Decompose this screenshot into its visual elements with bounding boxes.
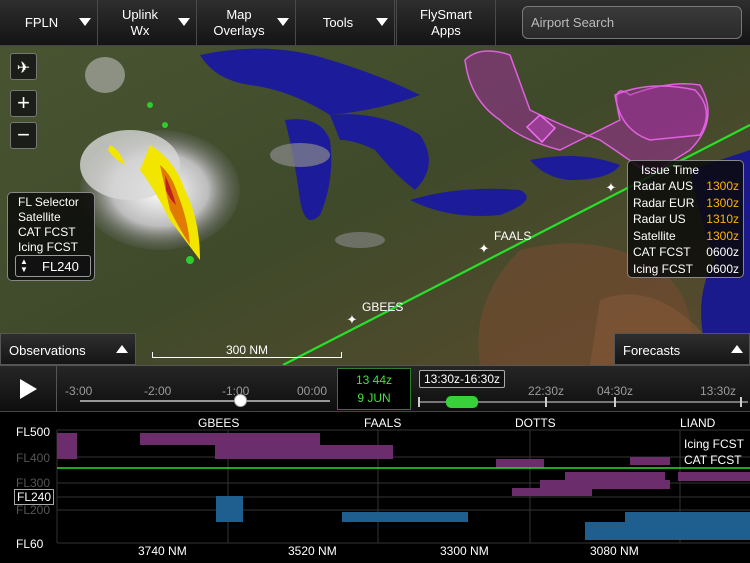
tools-label: Tools (322, 15, 354, 30)
current-date: 9 JUN (357, 391, 391, 405)
layer-item[interactable]: CAT FCST (18, 225, 94, 240)
current-time-display: 13 44z 9 JUN (337, 368, 411, 410)
forecast-window-handle[interactable] (446, 396, 478, 408)
fl-axis-label: FL300 (16, 476, 51, 490)
fl-selector-panel: FL Selector Satellite CAT FCST Icing FCS… (7, 192, 95, 281)
distance-label: 3740 NM (138, 544, 187, 558)
forecast-window-label: 13:30z-16:30z (419, 370, 505, 388)
issue-time-source: Icing FCST (633, 261, 694, 276)
play-icon (20, 379, 37, 399)
zoom-in-button[interactable]: + (10, 90, 37, 117)
issue-time-value: 1300z (706, 195, 739, 210)
up-down-arrows-icon[interactable]: ▲ ▼ (20, 258, 30, 274)
chevron-up-icon (731, 345, 743, 353)
fl-axis-label: FL500 (16, 425, 51, 439)
fpln-label: FPLN (24, 15, 59, 30)
past-time-label: -3:00 (65, 384, 93, 398)
airport-search-input[interactable]: Airport Search (522, 6, 742, 39)
waypoint-label: GBEES (362, 300, 404, 314)
profile-waypoint-label: GBEES (198, 416, 240, 430)
distance-label: 3300 NM (440, 544, 489, 558)
chevron-up-icon (116, 345, 128, 353)
issue-time-source: CAT FCST (633, 245, 691, 259)
forecast-time-label: 13:30z (700, 384, 737, 398)
issue-time-source: Radar AUS (633, 179, 694, 193)
waypoint-dotts[interactable]: ✦ (605, 181, 617, 194)
issue-time-value: 0600z (706, 261, 739, 276)
chevron-down-icon (79, 18, 91, 26)
center-aircraft-button[interactable]: ✈ (10, 53, 37, 80)
past-time-label: -2:00 (144, 384, 172, 398)
uplink-wx-button[interactable]: Uplink Wx (98, 0, 197, 46)
issue-time-title: Issue Time (641, 163, 700, 177)
issue-time-row: Radar AUS 1300z (633, 179, 739, 196)
issue-time-panel: Issue Time Radar AUS 1300z Radar EUR 1300z R… (627, 160, 744, 278)
fl-axis-label: FL60 (16, 537, 44, 551)
flysmart-apps-button[interactable]: FlySmart Apps (396, 0, 496, 46)
search-placeholder: Airport Search (531, 15, 615, 30)
current-time: 13 44z (355, 373, 393, 387)
issue-time-value: 0600z (706, 245, 739, 259)
profile-waypoint-label: FAALS (364, 416, 402, 430)
issue-time-source: Radar EUR (633, 195, 695, 210)
forecast-time-label: 04:30z (597, 384, 634, 398)
top-toolbar: FPLN Uplink Wx Map Overlays Tools FlySma… (0, 0, 750, 46)
zoom-out-button[interactable]: − (10, 122, 37, 149)
issue-time-row: CAT FCST 0600z (633, 245, 739, 262)
chevron-down-icon (178, 18, 190, 26)
map-scale: 300 NM (152, 340, 342, 360)
issue-time-row: Radar US 1310z (633, 212, 739, 229)
layer-item[interactable]: Icing FCST (18, 240, 94, 255)
waypoint-gbees[interactable]: ✦ (346, 313, 358, 326)
chevron-down-icon (277, 18, 289, 26)
minus-icon: − (17, 122, 30, 147)
distance-label: 3520 NM (288, 544, 337, 558)
fl-axis-label: FL200 (16, 503, 51, 517)
observations-label: Observations (9, 343, 86, 358)
issue-time-value: 1300z (706, 228, 739, 243)
play-button[interactable] (0, 366, 57, 412)
distance-label: 3080 NM (590, 544, 639, 558)
issue-time-value: 1300z (706, 179, 739, 193)
issue-time-source: Radar US (633, 212, 686, 226)
fpln-button[interactable]: FPLN (0, 0, 98, 46)
legend-cat: CAT FCST (684, 453, 742, 467)
aircraft-icon: ✈ (16, 60, 31, 77)
chevron-down-icon (376, 18, 388, 26)
issue-time-source: Satellite (633, 228, 676, 243)
forecasts-label: Forecasts (623, 343, 681, 358)
flysmart-apps-label: FlySmart Apps (420, 7, 472, 38)
fl-selector-title: FL Selector (18, 195, 79, 209)
issue-time-row: Radar EUR 1300z (633, 196, 739, 213)
past-time-label: 00:00 (297, 384, 328, 398)
tools-button[interactable]: Tools (296, 0, 395, 46)
vertical-profile[interactable]: GBEES FAALS DOTTS LIAND FL500 FL400 FL30… (0, 412, 750, 563)
issue-time-row: Icing FCST 0600z (633, 262, 739, 279)
profile-waypoint-label: DOTTS (515, 416, 556, 430)
waypoint-label: FAALS (494, 229, 532, 243)
issue-time-value: 1310z (706, 212, 739, 226)
fl-level-stepper[interactable]: ▲ ▼ FL240 (15, 255, 91, 277)
map-overlays-button[interactable]: Map Overlays (197, 0, 296, 46)
profile-waypoint-label: LIAND (680, 416, 716, 430)
waypoint-faals[interactable]: ✦ (478, 242, 490, 255)
past-time-slider-knob[interactable] (234, 394, 247, 407)
issue-time-row: Satellite 1300z (633, 229, 739, 246)
forecast-time-label: 22:30z (528, 384, 565, 398)
observations-button[interactable]: Observations (0, 333, 136, 365)
fl-level-value: FL240 (42, 259, 79, 274)
fl-axis-label: FL400 (16, 451, 51, 465)
plus-icon: + (17, 90, 30, 115)
past-time-slider[interactable] (80, 400, 330, 402)
time-bar: -3:00 -2:00 -1:00 00:00 13 44z 9 JUN 13:… (0, 365, 750, 412)
scale-label: 300 NM (225, 343, 269, 357)
uplink-wx-label: Uplink Wx (121, 7, 159, 38)
map-overlays-label: Map Overlays (213, 7, 265, 38)
forecasts-button[interactable]: Forecasts (614, 333, 750, 365)
layer-item[interactable]: Satellite (18, 210, 94, 225)
legend-icing: Icing FCST (684, 437, 745, 451)
